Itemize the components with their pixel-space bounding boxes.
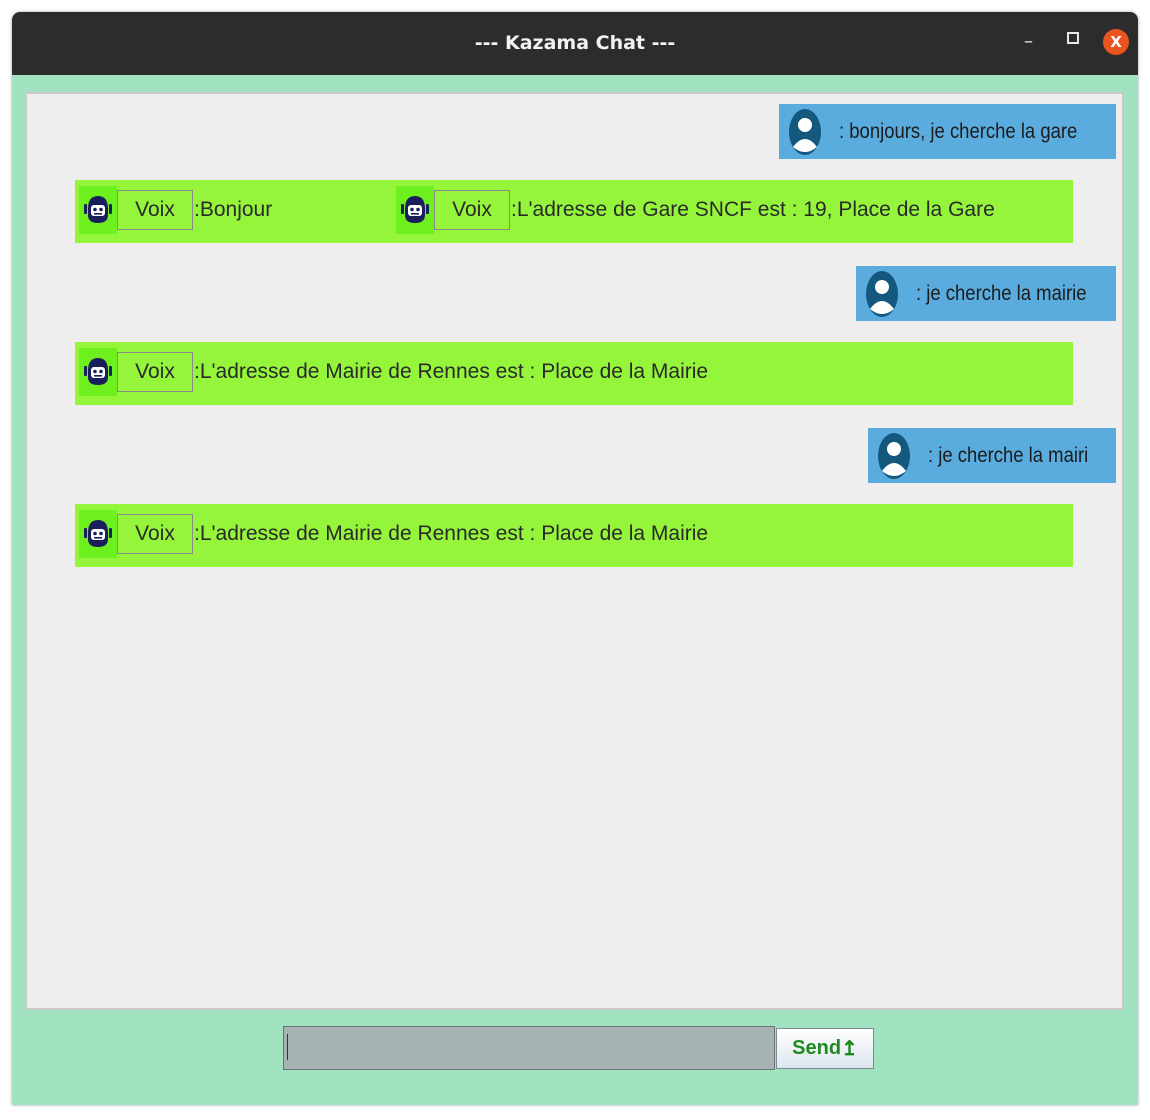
bot-message-row: Voix :L'adresse de Mairie de Rennes est … (75, 504, 1073, 567)
bot-message-text: :L'adresse de Gare SNCF est : 19, Place … (511, 198, 995, 221)
window-title: --- Kazama Chat --- (474, 32, 676, 54)
bot-message-row: Voix :Bonjour Voix :L'adresse de Gare SN… (75, 180, 1073, 243)
user-message-text: : bonjours, je cherche la gare (839, 119, 1078, 143)
user-message-text: : je cherche la mairie (916, 281, 1087, 305)
message-input[interactable] (283, 1026, 775, 1070)
send-arrow-icon: ↥ (841, 1038, 858, 1060)
user-avatar-icon (787, 107, 823, 157)
robot-avatar-icon (79, 510, 117, 558)
text-caret (287, 1034, 288, 1060)
bot-message: Voix :L'adresse de Mairie de Rennes est … (79, 348, 708, 396)
user-message: : je cherche la mairi (867, 428, 1116, 483)
title-bar[interactable]: --- Kazama Chat --- – X (12, 12, 1138, 75)
voice-button[interactable]: Voix (117, 514, 193, 554)
user-message: : bonjours, je cherche la gare (779, 104, 1116, 159)
bot-message: Voix :Bonjour (79, 186, 272, 234)
bot-message-text: :Bonjour (194, 198, 273, 221)
bot-message-row: Voix :L'adresse de Mairie de Rennes est … (75, 342, 1073, 405)
user-avatar-icon (864, 269, 900, 319)
chat-window: --- Kazama Chat --- – X : bonjours, je c… (12, 12, 1138, 1105)
bot-message: Voix :L'adresse de Gare SNCF est : 19, P… (396, 186, 995, 234)
robot-avatar-icon (396, 186, 434, 234)
minimize-button[interactable]: – (1024, 30, 1033, 54)
send-button-label: Send (792, 1037, 842, 1059)
bot-message-text: :L'adresse de Mairie de Rennes est : Pla… (194, 522, 709, 545)
robot-avatar-icon (79, 348, 117, 396)
bot-message: Voix :L'adresse de Mairie de Rennes est … (79, 510, 708, 558)
voice-button[interactable]: Voix (117, 190, 193, 230)
user-message: : je cherche la mairie (856, 266, 1116, 321)
send-button[interactable]: Send ↥ (776, 1028, 874, 1069)
chat-history[interactable]: : bonjours, je cherche la gare Voix:Bon… (25, 92, 1124, 1010)
user-message-text: : je cherche la mairi (927, 443, 1089, 467)
robot-avatar-icon (79, 186, 117, 234)
voice-button[interactable]: Voix (117, 352, 193, 392)
maximize-button[interactable] (1067, 32, 1079, 44)
bot-message-text: :L'adresse de Mairie de Rennes est : Pla… (194, 360, 709, 383)
close-button[interactable]: X (1103, 29, 1129, 55)
voice-button[interactable]: Voix (434, 190, 510, 230)
user-avatar-icon (876, 431, 912, 481)
